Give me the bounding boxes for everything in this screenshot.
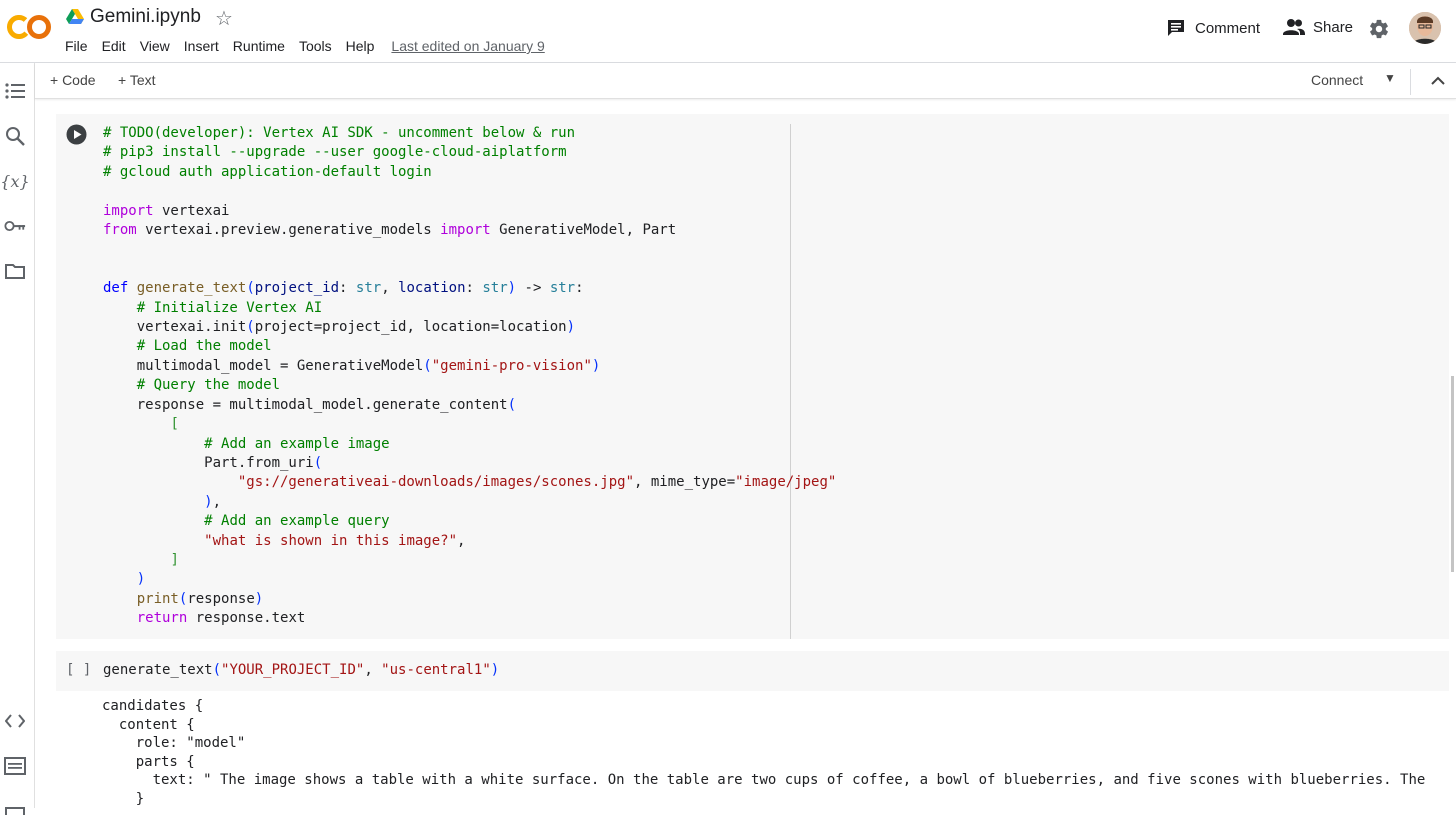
code-line: # gcloud auth application-default login (103, 163, 432, 180)
top-bar: Gemini.ipynb ☆ File Edit View Insert Run… (0, 0, 1456, 63)
cell-2-code[interactable]: generate_text("YOUR_PROJECT_ID", "us-cen… (103, 661, 499, 680)
code-cell-2[interactable]: [ ] generate_text("YOUR_PROJECT_ID", "us… (56, 651, 1449, 691)
code-keyword: import (440, 222, 491, 239)
star-icon[interactable]: ☆ (215, 6, 233, 31)
code-type: str (355, 280, 382, 297)
toolbar-divider (1410, 69, 1411, 95)
code-paren: ( (246, 319, 255, 336)
menu-edit[interactable]: Edit (102, 38, 126, 54)
comment-label: Comment (1195, 19, 1261, 37)
cell-1-code[interactable]: # TODO(developer): Vertex AI SDK - uncom… (103, 124, 836, 629)
code-param: location (398, 280, 466, 297)
code-paren: ) (254, 590, 264, 607)
comment-icon (1168, 20, 1184, 36)
notebook-title[interactable]: Gemini.ipynb (90, 6, 201, 28)
code-paren: ) (204, 493, 213, 510)
output-line: parts { (102, 753, 195, 770)
menu-runtime[interactable]: Runtime (233, 38, 285, 54)
code-string: "gs://generativeai-downloads/images/scon… (237, 474, 635, 491)
connect-button[interactable]: Connect (1311, 72, 1363, 88)
menu-insert[interactable]: Insert (184, 38, 219, 54)
share-button[interactable]: Share (1283, 18, 1353, 36)
cell-execution-prompt[interactable]: [ ] (66, 661, 91, 680)
code-string: "YOUR_PROJECT_ID" (221, 662, 365, 678)
code-keyword: def (103, 280, 129, 297)
table-of-contents-icon[interactable] (4, 80, 26, 102)
code-bracket: [ (170, 416, 179, 433)
secrets-key-icon[interactable] (4, 215, 26, 237)
code-comment: # Query the model (136, 377, 281, 394)
comment-button[interactable]: Comment (1166, 18, 1260, 38)
add-code-cell-button[interactable]: + Code (50, 72, 96, 88)
code-keyword: from (103, 222, 137, 239)
user-avatar[interactable] (1409, 12, 1441, 44)
variables-icon[interactable]: {x} (0, 170, 29, 192)
code-param: project_id (254, 280, 340, 297)
output-line: candidates { (102, 698, 204, 714)
code-type: str (482, 280, 508, 297)
code-comment: # Load the model (136, 338, 272, 355)
output-line: text: " The image shows a table with a w… (102, 772, 1426, 788)
code-string: "what is shown in this image?" (204, 532, 458, 549)
settings-gear-icon[interactable] (1368, 18, 1390, 40)
chevron-up-icon[interactable] (1430, 73, 1446, 89)
code-keyword: import (103, 202, 154, 219)
code-paren: ) (591, 357, 601, 374)
output-line: } (102, 790, 145, 807)
code-comment: # Add an example query (204, 513, 390, 530)
code-type: str (549, 280, 576, 297)
avatar-face-icon (1409, 12, 1441, 44)
chevron-down-icon[interactable]: ▼ (1384, 71, 1396, 85)
menu-help[interactable]: Help (346, 38, 375, 54)
code-line: # TODO(developer): Vertex AI SDK - uncom… (103, 125, 576, 141)
terminal-icon[interactable] (4, 800, 26, 822)
code-paren: ( (313, 454, 323, 471)
google-drive-icon[interactable] (66, 9, 84, 25)
output-line: role: "model" (102, 735, 246, 751)
code-comment: # Initialize Vertex AI (136, 299, 323, 316)
code-function: print (136, 590, 179, 607)
files-folder-icon[interactable] (4, 260, 26, 282)
code-bracket: ] (170, 551, 179, 568)
share-label: Share (1313, 18, 1354, 36)
menu-view[interactable]: View (140, 38, 170, 54)
code-paren: ( (178, 590, 188, 607)
code-paren: ( (507, 396, 517, 413)
menu-file[interactable]: File (65, 38, 88, 54)
code-paren: ) (507, 280, 517, 297)
menu-tools[interactable]: Tools (299, 38, 332, 54)
add-text-cell-button[interactable]: + Text (118, 72, 156, 88)
colab-logo-icon[interactable] (7, 12, 51, 42)
code-paren: ( (423, 357, 432, 374)
code-snippets-icon[interactable] (4, 710, 26, 732)
last-edited-link[interactable]: Last edited on January 9 (391, 38, 544, 54)
code-line: # pip3 install --upgrade --user google-c… (103, 144, 567, 161)
people-icon (1283, 19, 1305, 35)
code-paren: ) (490, 662, 500, 678)
code-cell-1[interactable]: # TODO(developer): Vertex AI SDK - uncom… (56, 114, 1449, 639)
code-keyword: return (136, 610, 188, 627)
command-palette-icon[interactable] (4, 755, 26, 777)
menu-bar: File Edit View Insert Runtime Tools Help… (65, 38, 559, 54)
code-string: "image/jpeg" (735, 474, 837, 491)
code-string: "us-central1" (381, 662, 491, 678)
code-function: generate_text (136, 280, 247, 297)
code-comment: # Add an example image (204, 435, 390, 452)
code-paren: ) (136, 571, 146, 588)
run-cell-play-icon[interactable] (66, 124, 87, 145)
left-sidebar: {x} (0, 63, 35, 815)
code-paren: ( (246, 280, 255, 297)
notebook-toolbar: + Code + Text Connect ▼ (35, 63, 1456, 99)
cell-output: candidates { content { role: "model" par… (102, 697, 1425, 808)
search-icon[interactable] (4, 125, 26, 147)
code-paren: ( (212, 662, 222, 678)
scrollbar-thumb[interactable] (1451, 376, 1454, 572)
output-line: content { (102, 716, 195, 733)
code-string: "gemini-pro-vision" (431, 357, 592, 374)
code-paren: ) (566, 319, 576, 336)
